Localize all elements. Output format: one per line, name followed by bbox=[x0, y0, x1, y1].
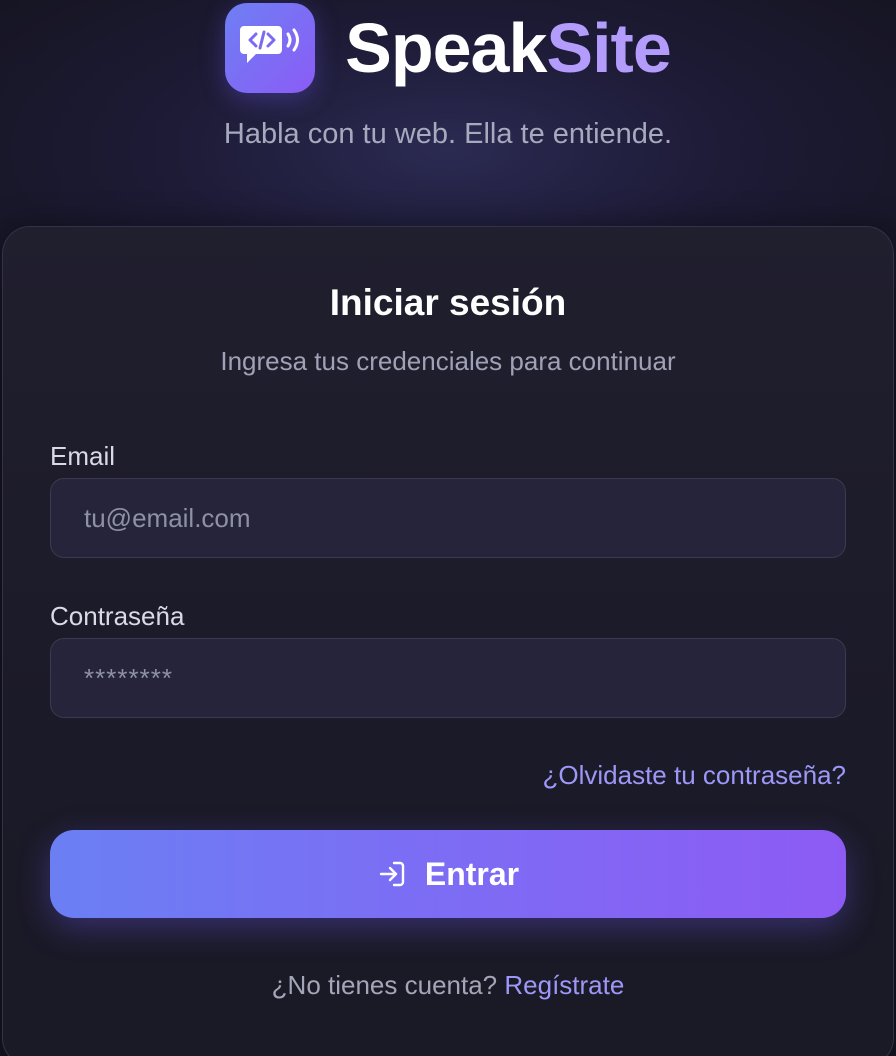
login-arrow-icon bbox=[377, 859, 407, 889]
password-label: Contraseña bbox=[50, 601, 185, 631]
login-button[interactable]: Entrar bbox=[50, 830, 846, 918]
logo-icon bbox=[225, 3, 316, 93]
page-title: Iniciar sesión bbox=[329, 282, 567, 323]
login-button-label: Entrar bbox=[424, 855, 520, 892]
no-account-text: ¿No tienes cuenta? bbox=[271, 970, 498, 1000]
brand-name: SpeakSite bbox=[345, 13, 672, 83]
brand-header: SpeakSite bbox=[0, 2, 896, 94]
signup-prompt: ¿No tienes cuenta? Regístrate bbox=[0, 970, 896, 1001]
brand-name-primary: Speak bbox=[345, 9, 547, 87]
password-field[interactable] bbox=[50, 638, 846, 718]
brand-name-accent: Site bbox=[546, 9, 671, 87]
email-field[interactable] bbox=[50, 478, 846, 558]
forgot-password-link[interactable]: ¿Olvidaste tu contraseña? bbox=[543, 760, 847, 791]
tagline: Habla con tu web. Ella te entiende. bbox=[223, 118, 673, 150]
page-subtitle: Ingresa tus credenciales para continuar bbox=[220, 346, 676, 376]
register-link[interactable]: Regístrate bbox=[504, 970, 624, 1000]
email-label: Email bbox=[50, 441, 116, 471]
